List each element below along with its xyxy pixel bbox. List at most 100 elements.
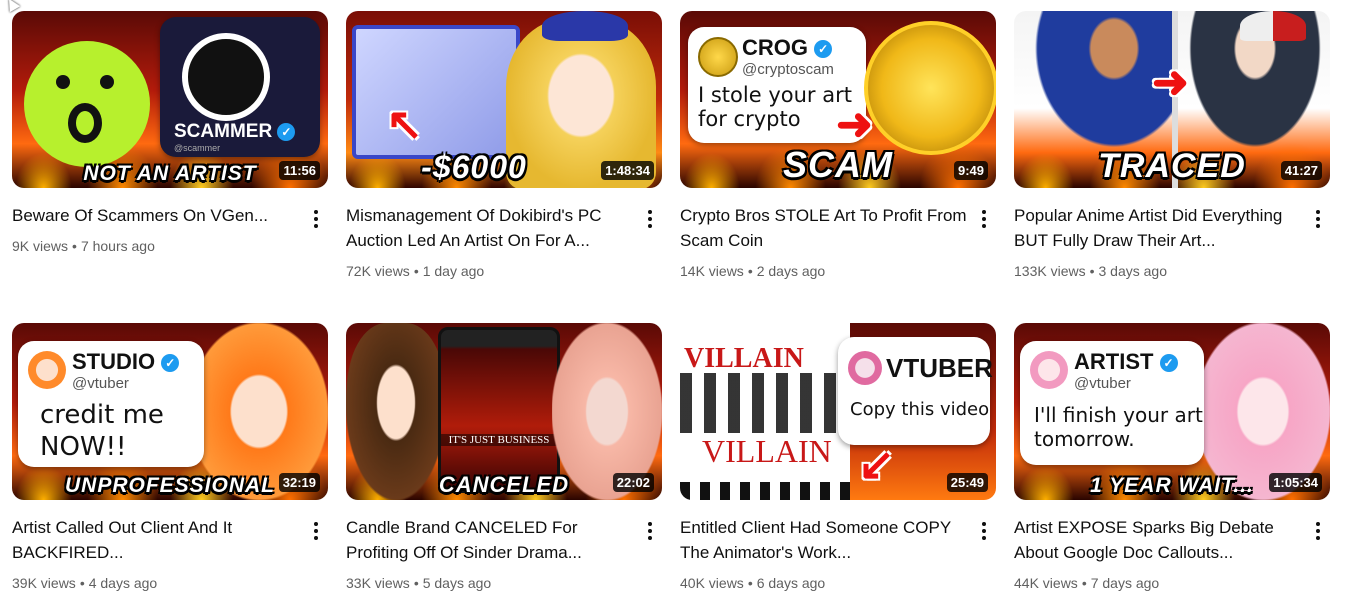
thumbnail-caption: SCAM — [783, 144, 893, 185]
upload-age: 2 days ago — [756, 263, 826, 279]
video-duration: 32:19 — [278, 473, 320, 492]
video-thumbnail[interactable]: CROG ✓ @cryptoscam I stole your art for … — [680, 11, 996, 188]
pc-case-image — [352, 25, 520, 159]
studio-profile-card: STUDIO ✓ @vtuber credit me NOW!! — [18, 341, 204, 467]
more-actions-icon[interactable] — [638, 207, 662, 231]
artist-profile-card: ARTIST ✓ @vtuber I'll finish your art to… — [1020, 341, 1204, 465]
verified-badge-icon: ✓ — [277, 122, 296, 141]
view-count: 9K views — [12, 238, 69, 254]
separator: • — [79, 575, 85, 591]
profile-name: STUDIO — [72, 349, 156, 374]
more-actions-icon[interactable] — [972, 519, 996, 543]
video-grid: SCAMMER ✓ @scammer NOT AN ARTIST 11:56 B… — [12, 11, 1330, 603]
video-duration: 41:27 — [1280, 161, 1322, 180]
video-title[interactable]: Candle Brand CANCELED For Profiting Off … — [346, 515, 636, 565]
video-title[interactable]: Artist EXPOSE Sparks Big Debate About Go… — [1014, 515, 1304, 565]
villain-banner-bottom: VILLAIN — [702, 433, 832, 469]
view-count: 39K views — [12, 575, 76, 591]
upload-age: 5 days ago — [422, 575, 492, 591]
video-card[interactable]: IT'S JUST BUSINESS CANCELED 22:02 Candle… — [346, 323, 662, 603]
profile-avatar — [28, 351, 66, 389]
red-arrow-icon: ↖ — [386, 100, 423, 149]
video-card[interactable]: SCAMMER ✓ @scammer NOT AN ARTIST 11:56 B… — [12, 11, 328, 323]
separator: • — [413, 263, 419, 279]
video-title[interactable]: Crypto Bros STOLE Art To Profit From Sca… — [680, 203, 970, 253]
profile-avatar — [182, 33, 270, 121]
profile-message: credit me NOW!! — [40, 400, 164, 462]
video-card[interactable]: ↖ -$6000 1:48:34 Mismanagement Of Dokibi… — [346, 11, 662, 323]
profile-message: Copy this video — [850, 399, 990, 420]
video-card[interactable]: VILLAIN VILLAIN VTUBER Copy this video ↙… — [680, 323, 996, 603]
video-title[interactable]: Entitled Client Had Someone COPY The Ani… — [680, 515, 970, 565]
profile-handle: @vtuber — [1074, 375, 1131, 392]
video-duration: 11:56 — [279, 161, 320, 180]
profile-name: SCAMMER — [174, 121, 273, 142]
video-card[interactable]: ARTIST ✓ @vtuber I'll finish your art to… — [1014, 323, 1330, 603]
upload-age: 1 day ago — [422, 263, 485, 279]
video-thumbnail[interactable]: VILLAIN VILLAIN VTUBER Copy this video ↙… — [680, 323, 996, 500]
video-title[interactable]: Artist Called Out Client And It BACKFIRE… — [12, 515, 302, 565]
video-thumbnail[interactable]: ➜ TRACED 41:27 — [1014, 11, 1330, 188]
separator: • — [413, 575, 419, 591]
candle-jar: IT'S JUST BUSINESS — [438, 327, 560, 493]
video-metadata: 40K views • 6 days ago — [680, 575, 825, 591]
more-actions-icon[interactable] — [1306, 519, 1330, 543]
more-actions-icon[interactable] — [972, 207, 996, 231]
separator: • — [747, 575, 753, 591]
view-count: 33K views — [346, 575, 410, 591]
profile-name: ARTIST — [1074, 349, 1154, 374]
upload-age: 7 hours ago — [80, 238, 155, 254]
split-hair — [1240, 11, 1306, 41]
more-actions-icon[interactable] — [304, 519, 328, 543]
view-count: 14K views — [680, 263, 744, 279]
coin-avatar — [698, 37, 738, 77]
video-duration: 1:48:34 — [601, 161, 654, 180]
video-metadata: 44K views • 7 days ago — [1014, 575, 1159, 591]
video-metadata: 33K views • 5 days ago — [346, 575, 491, 591]
video-thumbnail[interactable]: ARTIST ✓ @vtuber I'll finish your art to… — [1014, 323, 1330, 500]
video-duration: 9:49 — [953, 161, 988, 180]
video-thumbnail[interactable]: STUDIO ✓ @vtuber credit me NOW!! UNPROFE… — [12, 323, 328, 500]
video-thumbnail[interactable]: IT'S JUST BUSINESS CANCELED 22:02 — [346, 323, 662, 500]
more-actions-icon[interactable] — [638, 519, 662, 543]
vtuber-profile-card: VTUBER Copy this video — [838, 337, 993, 445]
more-actions-icon[interactable] — [304, 207, 328, 231]
profile-handle: @cryptoscam — [742, 61, 834, 78]
video-thumbnail[interactable]: ↖ -$6000 1:48:34 — [346, 11, 662, 188]
verified-badge-icon: ✓ — [1159, 354, 1178, 373]
video-title[interactable]: Popular Anime Artist Did Everything BUT … — [1014, 203, 1304, 253]
red-arrow-icon: ➜ — [1152, 58, 1189, 107]
upload-age: 6 days ago — [756, 575, 826, 591]
profile-avatar — [848, 351, 882, 385]
video-title[interactable]: Beware Of Scammers On VGen... — [12, 203, 302, 228]
profile-message: I'll finish your art tomorrow. — [1034, 403, 1203, 451]
separator: • — [1089, 263, 1095, 279]
checkered-strip — [680, 482, 850, 500]
upload-age: 3 days ago — [1098, 263, 1168, 279]
verified-badge-icon: ✓ — [814, 40, 833, 59]
video-thumbnail[interactable]: SCAMMER ✓ @scammer NOT AN ARTIST 11:56 — [12, 11, 328, 188]
video-card[interactable]: STUDIO ✓ @vtuber credit me NOW!! UNPROFE… — [12, 323, 328, 603]
view-count: 40K views — [680, 575, 744, 591]
profile-name: CROG — [742, 35, 808, 60]
separator: • — [747, 263, 753, 279]
video-card[interactable]: ➜ TRACED 41:27 Popular Anime Artist Did … — [1014, 11, 1330, 323]
verified-badge-icon: ✓ — [161, 354, 180, 373]
video-metadata: 9K views • 7 hours ago — [12, 238, 155, 254]
view-count: 72K views — [346, 263, 410, 279]
upload-age: 7 days ago — [1090, 575, 1160, 591]
scammer-profile-card: SCAMMER ✓ @scammer — [160, 17, 320, 157]
video-duration: 22:02 — [612, 473, 654, 492]
video-metadata: 39K views • 4 days ago — [12, 575, 157, 591]
video-duration: 25:49 — [946, 473, 988, 492]
video-title[interactable]: Mismanagement Of Dokibird's PC Auction L… — [346, 203, 636, 253]
upload-age: 4 days ago — [88, 575, 158, 591]
video-card[interactable]: CROG ✓ @cryptoscam I stole your art for … — [680, 11, 996, 323]
view-count: 44K views — [1014, 575, 1078, 591]
red-arrow-icon: ↙ — [858, 440, 895, 489]
jar-label: IT'S JUST BUSINESS — [441, 434, 557, 446]
video-metadata: 133K views • 3 days ago — [1014, 263, 1167, 279]
profile-avatar — [1030, 351, 1068, 389]
shocked-face-logo — [24, 41, 150, 167]
more-actions-icon[interactable] — [1306, 207, 1330, 231]
